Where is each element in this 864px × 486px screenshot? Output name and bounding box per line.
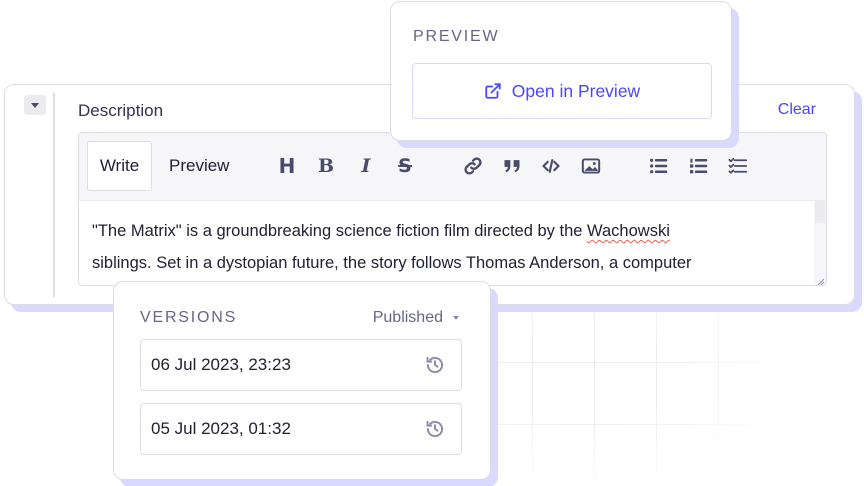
- tab-write[interactable]: Write: [87, 141, 152, 191]
- status-select[interactable]: Published: [373, 309, 459, 327]
- nesting-bar: [53, 93, 55, 297]
- status-select-value: Published: [372, 309, 443, 326]
- preview-panel: PREVIEW Open in Preview: [390, 1, 732, 141]
- version-item[interactable]: 06 Jul 2023, 23:23: [140, 339, 462, 391]
- checklist-icon[interactable]: [725, 153, 751, 179]
- quote-icon[interactable]: [499, 153, 525, 179]
- versions-title: VERSIONS: [140, 309, 238, 326]
- field-label: Description: [78, 101, 164, 120]
- content-line-1: "The Matrix" is a groundbreaking science…: [92, 222, 670, 240]
- external-link-icon: [485, 83, 501, 99]
- bold-icon[interactable]: B: [313, 153, 339, 179]
- background-grid: [470, 300, 780, 486]
- open-in-preview-button[interactable]: Open in Preview: [412, 63, 712, 119]
- italic-icon[interactable]: I: [353, 153, 379, 179]
- resize-handle-icon[interactable]: [817, 278, 825, 286]
- numbered-list-icon[interactable]: [686, 153, 712, 179]
- code-icon[interactable]: [538, 153, 564, 179]
- clear-button[interactable]: Clear: [778, 101, 816, 119]
- spellcheck-word: Wachowski: [587, 222, 670, 240]
- link-icon[interactable]: [460, 153, 486, 179]
- editor-textarea[interactable]: "The Matrix" is a groundbreaking science…: [79, 201, 826, 286]
- version-timestamp: 05 Jul 2023, 01:32: [151, 419, 291, 438]
- caret-down-icon: [31, 102, 39, 108]
- tab-preview[interactable]: Preview: [169, 141, 229, 191]
- markdown-editor: Write Preview H B I S "The Matrix" is a …: [78, 132, 827, 286]
- open-in-preview-label: Open in Preview: [511, 80, 641, 101]
- collapse-button[interactable]: [24, 95, 46, 115]
- versions-panel: VERSIONS Published 06 Jul 2023, 23:23 05…: [113, 281, 491, 480]
- editor-scrollbar[interactable]: [814, 201, 826, 285]
- content-line-2: siblings. Set in a dystopian future, the…: [92, 254, 692, 272]
- history-icon[interactable]: [425, 355, 445, 375]
- heading-icon[interactable]: H: [274, 153, 300, 179]
- version-item[interactable]: 05 Jul 2023, 01:32: [140, 403, 462, 455]
- bullet-list-icon[interactable]: [646, 153, 672, 179]
- history-icon[interactable]: [425, 419, 445, 439]
- scrollbar-thumb[interactable]: [815, 201, 825, 223]
- editor-toolbar: Write Preview H B I S: [79, 133, 826, 201]
- preview-title: PREVIEW: [413, 28, 500, 45]
- caret-down-icon: [453, 316, 459, 320]
- image-icon[interactable]: [578, 153, 604, 179]
- version-timestamp: 06 Jul 2023, 23:23: [151, 355, 291, 374]
- strikethrough-icon[interactable]: S: [392, 153, 418, 179]
